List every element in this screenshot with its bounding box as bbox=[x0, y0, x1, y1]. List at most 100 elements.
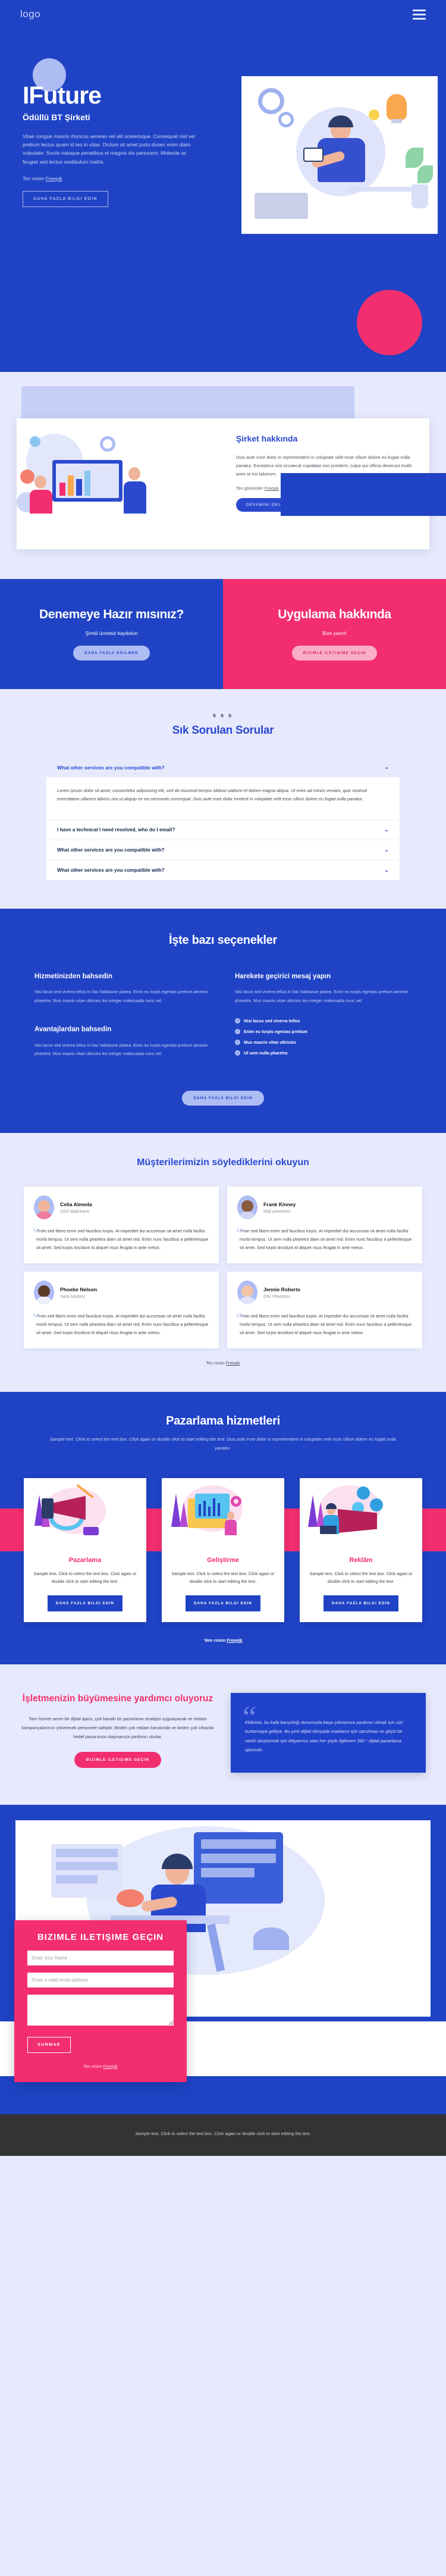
options-block-benefits: Avantajlardan bahsedin Nisi lacus sed vi… bbox=[34, 1025, 211, 1058]
service-text: Sample text. Click to select the text bo… bbox=[309, 1571, 413, 1585]
chevron-down-icon[interactable]: ⌄ bbox=[384, 764, 389, 771]
credit-prefix: Ten resim bbox=[83, 2063, 103, 2069]
credit-prefix: Ten görüntüler bbox=[235, 486, 265, 492]
hero-section: logo IFuture Ödüllü BT Şirketi Vitae con… bbox=[0, 0, 446, 372]
testimonial-name: Jennie Roberts bbox=[263, 1286, 301, 1292]
site-logo[interactable]: logo bbox=[20, 8, 40, 20]
quote-mark-icon: “ bbox=[33, 1310, 40, 1328]
gear-icon bbox=[231, 1496, 241, 1507]
email-field[interactable] bbox=[27, 1972, 174, 1987]
avatar bbox=[34, 1281, 54, 1305]
marketing-subtitle: Sample text. Click to select the text bo… bbox=[49, 1436, 397, 1451]
person-head bbox=[227, 1511, 234, 1520]
avatar bbox=[237, 1281, 257, 1305]
decorative-dot bbox=[30, 436, 40, 447]
decorative-dot bbox=[20, 469, 34, 484]
avatar-body bbox=[36, 1212, 52, 1220]
cta-app-button[interactable]: BIZIMLE ILETIŞIME GEÇIN bbox=[291, 645, 378, 661]
service-learn-more-button[interactable]: DAHA FAZLA BILGI EDIN bbox=[185, 1595, 261, 1611]
hero-learn-more-button[interactable]: DAHA FAZLA BILGI EDIN bbox=[23, 190, 108, 207]
top-navbar: logo bbox=[0, 0, 446, 29]
cta-trial-title: Denemeye Hazır mısınız? bbox=[39, 608, 184, 622]
faq-question[interactable]: What other services are you compatible w… bbox=[46, 758, 400, 777]
growth-quote-block: “ Ekibimiz, bu kafa karışıklığı durumuyl… bbox=[231, 1692, 426, 1773]
faq-question[interactable]: What other services are you compatible w… bbox=[46, 839, 400, 860]
checklist-item: ✓ Ut sem nulla pharetra bbox=[235, 1050, 412, 1056]
faq-question[interactable]: What other services are you compatible w… bbox=[46, 859, 400, 880]
options-column-left: Hizmetinizden bahsedin Nisi lacus sed vi… bbox=[34, 972, 211, 1061]
growth-title: İşletmenizin büyümesine yardımcı oluyoru… bbox=[22, 1693, 213, 1704]
testimonials-section: Müşterilerimizin söylediklerini okuyun C… bbox=[0, 1133, 446, 1392]
name-field[interactable] bbox=[27, 1950, 174, 1965]
shelf-row bbox=[56, 1848, 118, 1857]
testimonial-name: Phoebe Nelson bbox=[60, 1286, 98, 1292]
testimonial-role: Ofis Yöneticisi bbox=[263, 1294, 290, 1299]
bar bbox=[76, 479, 82, 496]
credit-prefix: Ten resim bbox=[23, 175, 46, 181]
message-field[interactable] bbox=[27, 1994, 174, 2026]
checklist-label: Nisi lacus sed viverra tellus bbox=[244, 1018, 300, 1024]
avatar-body bbox=[239, 1212, 256, 1220]
hero-title: IFuture bbox=[23, 82, 102, 109]
avatar-face bbox=[241, 1200, 253, 1213]
growth-contact-button[interactable]: BIZIMLE ILETIŞIME GEÇIN bbox=[74, 1752, 161, 1769]
faq-question[interactable]: I have a technical I need resolved, who … bbox=[46, 819, 400, 840]
megaphone-handle bbox=[42, 1498, 54, 1519]
person-torso bbox=[30, 490, 52, 514]
faq-title: Sık Sorulan Sorular bbox=[172, 724, 274, 737]
marketing-image-credit: 'den resim Freepik bbox=[0, 1638, 446, 1643]
faq-question-label: I have a technical I need resolved, who … bbox=[57, 827, 175, 833]
testimonial-text-wrap: “ Proin sed libero enim sed faucibus tur… bbox=[33, 1226, 209, 1252]
page-footer: Sample text. Click to select the text bo… bbox=[0, 2114, 446, 2156]
check-circle-icon: ✓ bbox=[235, 1018, 240, 1024]
credit-link[interactable]: Freepik bbox=[226, 1360, 240, 1366]
chevron-down-icon[interactable]: ⌄ bbox=[384, 847, 389, 853]
credit-link[interactable]: Freepik bbox=[103, 2064, 118, 2069]
service-learn-more-button[interactable]: DAHA FAZLA BILGI EDIN bbox=[323, 1595, 399, 1611]
testimonial-text: Proin sed libero enim sed faucibus turpi… bbox=[240, 1313, 412, 1336]
cta-app-title: Uygulama hakkında bbox=[278, 608, 391, 622]
submit-button[interactable]: SUNMAK bbox=[27, 2036, 71, 2053]
service-title: Reklâm bbox=[349, 1557, 373, 1564]
decorative-block bbox=[83, 1527, 99, 1536]
cta-trial-subtitle: Şimdi ücretsiz kaydolun bbox=[85, 630, 138, 636]
screen-row bbox=[201, 1839, 276, 1849]
checklist-label: Mus mauris vitae ultricies bbox=[244, 1040, 296, 1046]
checklist-item: ✓ Enim eu turpis egestas pretium bbox=[235, 1029, 412, 1035]
credit-link[interactable]: Freepik bbox=[46, 176, 62, 181]
testimonial-text-wrap: “ Proin sed libero enim sed faucibus tur… bbox=[33, 1310, 209, 1337]
growth-section: İşletmenizin büyümesine yardımcı oluyoru… bbox=[0, 1664, 446, 1805]
decorative-blue-block bbox=[281, 473, 446, 516]
credit-link[interactable]: Freepik bbox=[227, 1638, 242, 1643]
bar bbox=[208, 1507, 211, 1517]
hamburger-menu-icon[interactable] bbox=[413, 9, 426, 20]
testimonial-header: Celia Almeda CEO Mailcharm bbox=[34, 1195, 209, 1220]
options-button-wrap: DAHA FAZLA BILGI EDIN bbox=[0, 1081, 446, 1106]
white-base bbox=[17, 514, 231, 549]
contact-form: BIZIMLE ILETIŞIME GEÇIN SUNMAK Ten resim… bbox=[14, 1920, 187, 2082]
laptop-icon bbox=[320, 1526, 337, 1535]
shelf-row bbox=[56, 1874, 98, 1883]
service-title: Pazarlama bbox=[68, 1557, 102, 1564]
credit-prefix: Ten resim bbox=[206, 1360, 226, 1366]
check-circle-icon: ✓ bbox=[235, 1050, 240, 1056]
testimonial-header: Phoebe Nelson Satış Müdürü bbox=[34, 1281, 209, 1305]
burger-line bbox=[413, 17, 426, 20]
faq-kicker: S S S bbox=[212, 713, 234, 718]
about-title: Şirket hakkında bbox=[235, 434, 298, 443]
cta-section: Denemeye Hazır mısınız? Şimdi ücretsiz k… bbox=[0, 579, 446, 689]
credit-prefix: 'den resim bbox=[203, 1637, 227, 1643]
chevron-down-icon[interactable]: ⌄ bbox=[384, 867, 389, 874]
about-illustration bbox=[17, 418, 231, 549]
service-learn-more-button[interactable]: DAHA FAZLA BILGI EDIN bbox=[47, 1595, 123, 1611]
leaf-icon bbox=[406, 148, 423, 168]
credit-link[interactable]: Freepik bbox=[265, 486, 279, 491]
cta-trial-button[interactable]: DAHA FAZLA EĞILMEK bbox=[73, 645, 150, 661]
floor-line bbox=[346, 187, 423, 192]
options-title: İşte bazı seçenekler bbox=[169, 933, 277, 947]
options-learn-more-button[interactable]: DAHA FAZLA BILGI EDIN bbox=[182, 1091, 264, 1106]
growth-paragraph: Tam hizmet veren bir dijital ajans, çok … bbox=[21, 1716, 214, 1740]
chevron-down-icon[interactable]: ⌄ bbox=[384, 827, 389, 833]
gear-icon bbox=[278, 112, 294, 127]
growth-quote: Ekibimiz, bu kafa karışıklığı durumuyla … bbox=[245, 1719, 403, 1753]
